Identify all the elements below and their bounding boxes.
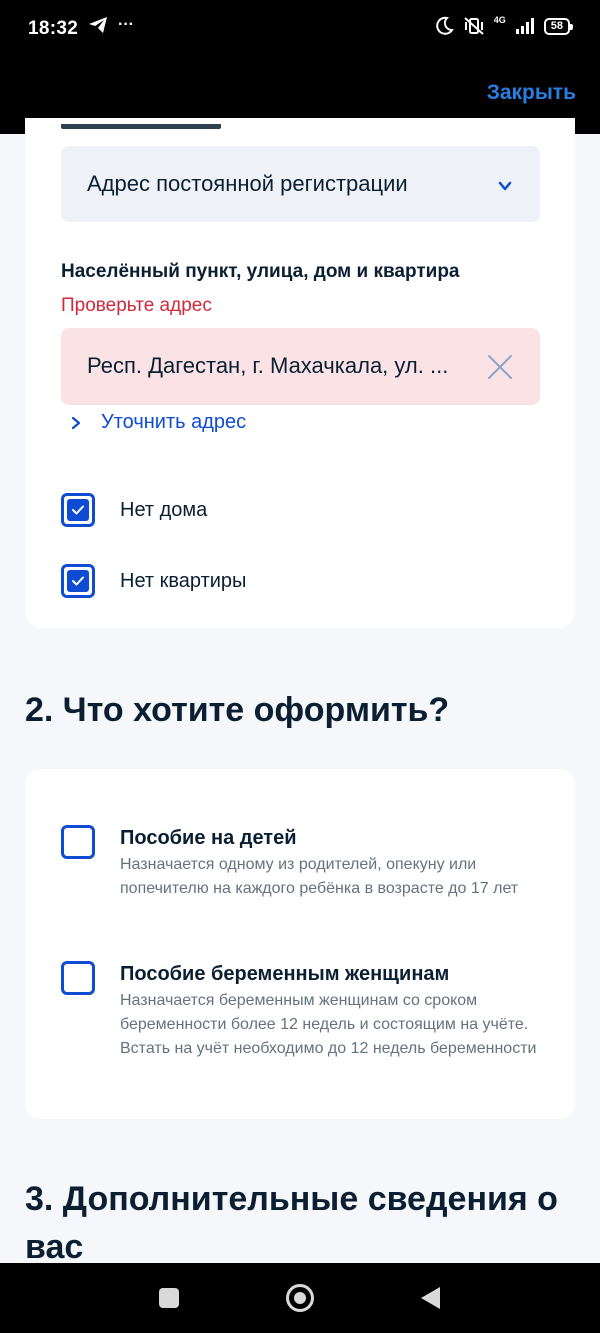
pregnancy-benefit-checkbox[interactable] bbox=[61, 961, 95, 995]
no-house-checkbox-row[interactable]: Нет дома bbox=[61, 493, 207, 527]
refine-address-link[interactable]: Уточнить адрес bbox=[69, 411, 246, 434]
check-icon bbox=[72, 576, 84, 586]
child-benefit-title: Пособие на детей bbox=[120, 827, 297, 849]
child-benefit-option[interactable]: Пособие на детей Назначается одному из р… bbox=[61, 825, 551, 901]
pregnancy-benefit-description: Назначается беременным женщинам со сроко… bbox=[120, 992, 537, 1057]
chevron-right-icon bbox=[71, 416, 81, 429]
address-field-label: Населённый пункт, улица, дом и квартира bbox=[61, 261, 460, 282]
address-input[interactable]: Респ. Дагестан, г. Махачкала, ул. ... bbox=[61, 328, 540, 405]
section-2-title: 2. Что хотите оформить? bbox=[25, 691, 450, 729]
close-button[interactable]: Закрыть bbox=[487, 81, 576, 105]
pregnancy-benefit-option[interactable]: Пособие беременным женщинам Назначается … bbox=[61, 961, 551, 1061]
benefit-options-card: Пособие на детей Назначается одному из р… bbox=[25, 769, 575, 1119]
check-icon bbox=[72, 505, 84, 515]
back-button[interactable] bbox=[421, 1287, 440, 1309]
signal-icon bbox=[515, 18, 534, 34]
telegram-icon bbox=[89, 17, 107, 33]
navigation-bar bbox=[0, 1263, 600, 1333]
no-apartment-checkbox[interactable] bbox=[61, 564, 95, 598]
address-value: Респ. Дагестан, г. Махачкала, ул. ... bbox=[87, 353, 449, 378]
address-type-value: Адрес постоянной регистрации bbox=[87, 171, 408, 196]
no-house-label: Нет дома bbox=[120, 498, 208, 521]
status-left-icons: ··· bbox=[88, 16, 134, 34]
child-benefit-description: Назначается одному из родителей, опекуну… bbox=[120, 856, 519, 897]
pregnancy-benefit-title: Пособие беременным женщинам bbox=[120, 963, 450, 985]
status-right-icons: 4G 58 bbox=[434, 15, 574, 36]
no-house-checkbox[interactable] bbox=[61, 493, 95, 527]
address-type-label-clipped bbox=[61, 124, 241, 134]
more-indicator: ··· bbox=[118, 16, 134, 33]
status-bar: 18:32 ··· 4G 58 bbox=[0, 0, 600, 62]
child-benefit-checkbox[interactable] bbox=[61, 825, 95, 859]
chevron-down-icon bbox=[498, 181, 512, 191]
section-3-title: 3. Дополнительные сведения о вас bbox=[25, 1180, 558, 1266]
clear-icon[interactable] bbox=[486, 353, 514, 381]
status-time: 18:32 bbox=[28, 18, 79, 39]
recent-apps-button[interactable] bbox=[159, 1288, 179, 1308]
vibrate-off-icon bbox=[464, 17, 484, 35]
moon-icon bbox=[435, 16, 454, 35]
network-type: 4G bbox=[493, 15, 506, 25]
battery-icon: 58 bbox=[543, 17, 574, 35]
address-card: Адрес постоянной регистрации Населённый … bbox=[25, 118, 575, 628]
address-error-text: Проверьте адрес bbox=[61, 295, 212, 316]
no-apartment-label: Нет квартиры bbox=[120, 569, 247, 592]
refine-address-label: Уточнить адрес bbox=[101, 411, 247, 433]
address-type-select[interactable]: Адрес постоянной регистрации bbox=[61, 146, 540, 222]
no-apartment-checkbox-row[interactable]: Нет квартиры bbox=[61, 564, 246, 598]
home-button[interactable] bbox=[286, 1284, 314, 1312]
